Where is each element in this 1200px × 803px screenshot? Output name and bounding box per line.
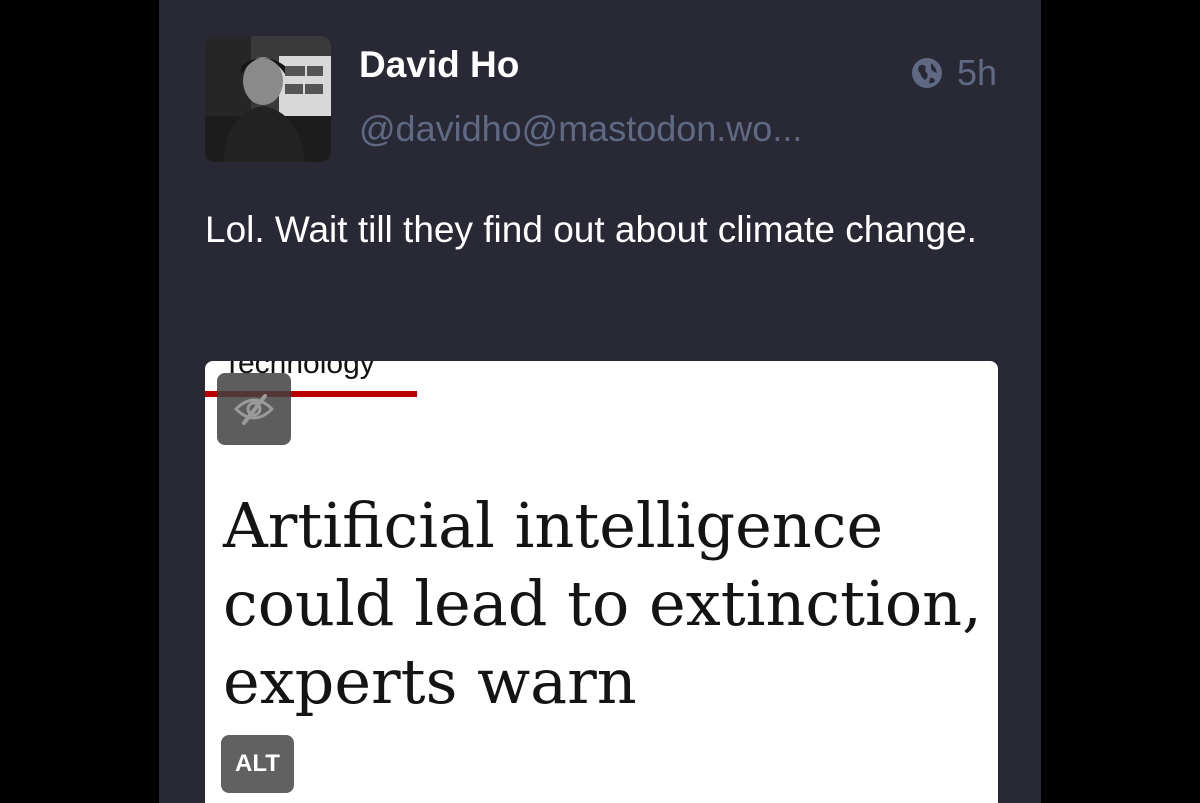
post-card[interactable]: David Ho @davidho@mastodon.wo... 5h Lol.… bbox=[159, 0, 1041, 803]
avatar[interactable] bbox=[205, 36, 331, 162]
hide-media-button[interactable] bbox=[217, 373, 291, 445]
post-timestamp[interactable]: 5h bbox=[957, 52, 997, 94]
alt-text-badge[interactable]: ALT bbox=[221, 735, 294, 793]
post-meta: 5h bbox=[909, 52, 997, 94]
author-handle[interactable]: @davidho@mastodon.wo... bbox=[359, 108, 802, 150]
eye-slash-icon bbox=[233, 394, 275, 425]
media-attachment[interactable]: Technology Artificial intelligence could… bbox=[205, 361, 998, 803]
post-content: Lol. Wait till they find out about clima… bbox=[205, 209, 977, 250]
author-display-name[interactable]: David Ho bbox=[359, 44, 519, 86]
article-headline: Artificial intelligence could lead to ex… bbox=[223, 489, 982, 718]
avatar-photo bbox=[205, 36, 331, 162]
globe-icon bbox=[909, 55, 945, 91]
